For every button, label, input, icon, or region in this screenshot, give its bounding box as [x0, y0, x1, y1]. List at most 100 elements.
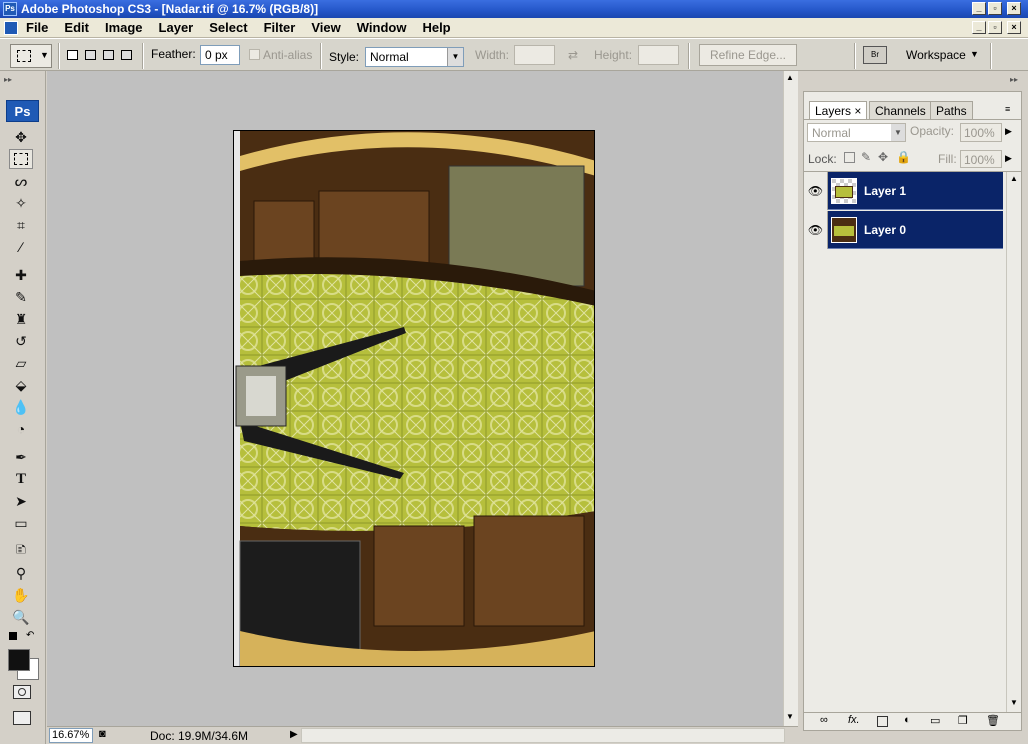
zoom-tool[interactable]: 🔍 — [9, 607, 33, 627]
eye-icon[interactable]: 👁 — [804, 211, 828, 249]
vertical-scrollbar[interactable]: ▲ ▼ — [783, 71, 798, 726]
bridge-icon[interactable]: Br — [863, 46, 887, 64]
status-options-icon[interactable]: ◙ — [99, 728, 106, 740]
eraser-tool[interactable]: ▱ — [9, 353, 33, 373]
mask-icon[interactable] — [877, 716, 888, 727]
new-selection-icon[interactable] — [67, 50, 78, 60]
clone-stamp-tool[interactable]: ♜ — [9, 309, 33, 329]
opacity-arrow-icon[interactable]: ▶ — [1005, 126, 1012, 137]
history-brush-tool[interactable]: ↺ — [9, 331, 33, 351]
feather-input[interactable]: 0 px — [200, 45, 240, 65]
tab-channels[interactable]: Channels — [869, 101, 932, 119]
doc-close-button[interactable]: × — [1007, 21, 1021, 34]
canvas-area[interactable] — [47, 71, 783, 726]
healing-brush-tool[interactable]: ✚ — [9, 265, 33, 285]
link-layers-icon[interactable]: ∞ — [820, 714, 828, 726]
swap-icon: ⇄ — [568, 48, 579, 62]
doc-minimize-button[interactable]: _ — [972, 21, 986, 34]
rectangle-tool[interactable]: ▭ — [9, 513, 33, 533]
blur-tool[interactable]: 💧 — [9, 397, 33, 417]
document-canvas[interactable] — [233, 130, 595, 667]
close-icon[interactable]: × — [854, 104, 861, 118]
minimize-button[interactable]: _ — [972, 2, 986, 15]
new-layer-icon[interactable]: ❐ — [958, 714, 968, 727]
panel-menu-icon[interactable]: ≡ — [1005, 104, 1010, 114]
lock-image-icon[interactable]: ✎ — [861, 150, 871, 164]
fill-input[interactable]: 100% — [960, 150, 1002, 168]
menu-select[interactable]: Select — [209, 20, 255, 35]
lock-transparent-icon[interactable] — [844, 152, 855, 163]
opacity-input[interactable]: 100% — [960, 123, 1002, 142]
fx-icon[interactable]: fx. — [848, 714, 860, 726]
layers-panel: Layers × Channels Paths ≡ Normal ▼ Opaci… — [803, 91, 1022, 731]
collapse-icon[interactable]: ▸▸ — [4, 75, 12, 84]
magic-wand-tool[interactable]: ✧ — [9, 193, 33, 213]
menu-file[interactable]: File — [26, 20, 56, 35]
notes-tool[interactable]: 🗈 — [9, 541, 33, 561]
crop-tool[interactable]: ⌗ — [9, 215, 33, 235]
path-selection-tool[interactable]: ➤ — [9, 491, 33, 511]
type-tool[interactable]: T — [9, 469, 33, 489]
toolbox: ▸▸ Ps ✥ ᔕ ✧ ⌗ ∕ ✚ ✎ ♜ ↺ ▱ ⬙ 💧 ◔ ✒ T ➤ ▭ … — [0, 71, 46, 744]
lasso-tool[interactable]: ᔕ — [9, 171, 33, 191]
layer-row[interactable]: 👁 Layer 0 — [804, 211, 1003, 249]
move-tool[interactable]: ✥ — [9, 127, 33, 147]
brush-tool[interactable]: ✎ — [9, 287, 33, 307]
menu-help[interactable]: Help — [422, 20, 458, 35]
menu-filter[interactable]: Filter — [264, 20, 304, 35]
lock-label: Lock: — [808, 152, 837, 166]
pen-tool[interactable]: ✒ — [9, 447, 33, 467]
quick-mask-button[interactable] — [13, 685, 31, 699]
menu-edit[interactable]: Edit — [64, 20, 97, 35]
adjustment-layer-icon[interactable]: ◐ — [904, 714, 911, 726]
screen-mode-button[interactable] — [13, 711, 31, 725]
horizontal-scrollbar[interactable] — [301, 728, 785, 743]
tool-preset-picker[interactable]: ▼ — [10, 44, 52, 68]
antialias-checkbox[interactable] — [249, 49, 260, 60]
paint-bucket-tool[interactable]: ⬙ — [9, 375, 33, 395]
scroll-up-icon[interactable]: ▲ — [1010, 174, 1018, 183]
layer-row[interactable]: 👁 Layer 1 — [804, 172, 1003, 210]
refine-edge-button[interactable]: Refine Edge... — [699, 44, 797, 66]
menu-view[interactable]: View — [311, 20, 348, 35]
panel-scrollbar[interactable]: ▲ ▼ — [1006, 172, 1021, 712]
tab-layers[interactable]: Layers × — [809, 101, 868, 119]
dodge-tool[interactable]: ◔ — [9, 419, 33, 439]
scroll-up-icon[interactable]: ▲ — [786, 73, 794, 82]
eyedropper-tool[interactable]: ⚲ — [9, 563, 33, 583]
layer-name: Layer 0 — [864, 223, 907, 237]
intersect-selection-icon[interactable] — [121, 50, 132, 60]
tab-paths[interactable]: Paths — [930, 101, 973, 119]
eye-icon[interactable]: 👁 — [804, 172, 828, 210]
scroll-down-icon[interactable]: ▼ — [1010, 698, 1018, 707]
marquee-tool[interactable] — [9, 149, 33, 169]
menu-layer[interactable]: Layer — [159, 20, 202, 35]
slice-tool[interactable]: ∕ — [9, 237, 33, 257]
restore-button[interactable]: ▫ — [988, 2, 1002, 15]
blend-mode-select[interactable]: Normal ▼ — [807, 123, 906, 142]
marquee-icon — [14, 153, 28, 165]
dock-collapse-icon[interactable]: ▸▸ — [1010, 75, 1018, 84]
menu-image[interactable]: Image — [105, 20, 151, 35]
folder-icon[interactable]: ▭ — [930, 714, 940, 727]
status-menu-icon[interactable]: ▶ — [290, 729, 298, 740]
zoom-field[interactable]: 16.67% — [49, 728, 93, 743]
hand-tool[interactable]: ✋ — [9, 585, 33, 605]
trash-icon[interactable]: 🗑 — [986, 714, 1000, 727]
marquee-icon — [17, 50, 31, 62]
style-select[interactable]: Normal ▼ — [365, 47, 464, 67]
menu-window[interactable]: Window — [357, 20, 415, 35]
workspace-menu[interactable]: Workspace — [906, 48, 966, 62]
lock-position-icon[interactable]: ✥ — [878, 150, 888, 164]
add-selection-icon[interactable] — [85, 50, 96, 60]
scroll-down-icon[interactable]: ▼ — [786, 712, 794, 721]
subtract-selection-icon[interactable] — [103, 50, 114, 60]
height-input — [638, 45, 679, 65]
swap-colors-icon[interactable]: ↶ — [26, 630, 34, 641]
default-colors-icon[interactable] — [9, 632, 17, 640]
foreground-color-swatch[interactable] — [8, 649, 30, 671]
fill-arrow-icon[interactable]: ▶ — [1005, 153, 1012, 164]
lock-all-icon[interactable]: 🔒 — [896, 150, 911, 164]
doc-restore-button[interactable]: ▫ — [988, 21, 1002, 34]
close-button[interactable]: × — [1007, 2, 1021, 15]
